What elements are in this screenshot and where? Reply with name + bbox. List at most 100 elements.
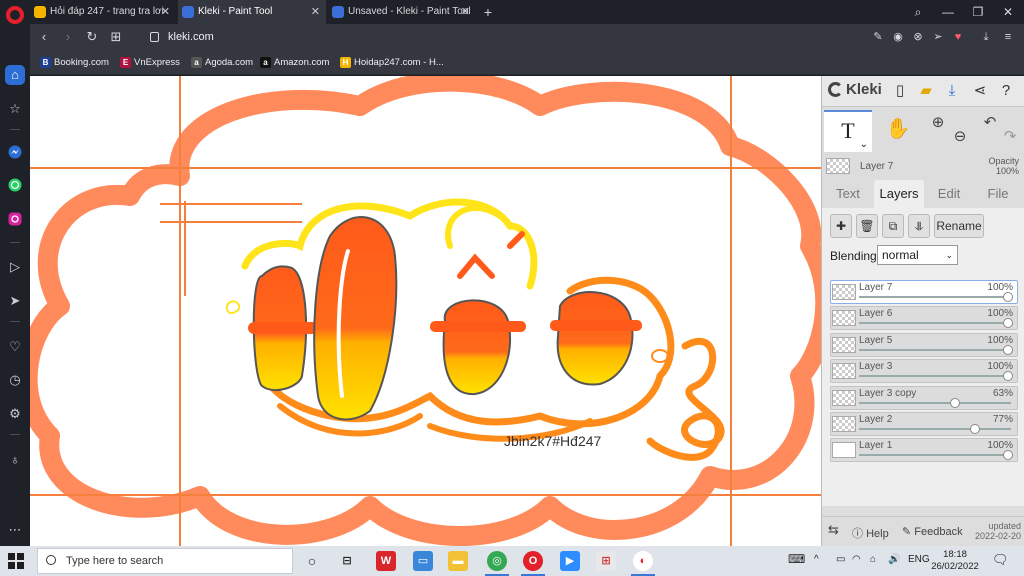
bookmark-agoda[interactable]: a Agoda.com — [191, 51, 253, 75]
zoom-icon[interactable]: ▶ — [560, 551, 580, 571]
text-tool-button[interactable]: T ⌄ — [824, 110, 872, 152]
forward-icon[interactable]: › — [58, 27, 78, 47]
network-icon[interactable]: ⌂ — [870, 554, 876, 565]
volume-icon[interactable]: 🔊 — [888, 554, 900, 565]
messenger-icon[interactable] — [5, 145, 25, 165]
restore-icon[interactable]: ❐ — [963, 0, 993, 24]
redo-icon[interactable]: ↷ — [996, 122, 1024, 152]
more-icon[interactable]: ⋯ — [5, 520, 25, 540]
opera-logo-icon[interactable] — [6, 6, 24, 24]
opera-icon[interactable]: O — [521, 551, 545, 576]
tab-hoidap[interactable]: Hỏi đáp 247 - trang tra lơi ✕ — [30, 0, 176, 24]
feedback-link[interactable]: ✎ Feedback — [902, 525, 963, 538]
star-icon[interactable]: ☆ — [5, 99, 25, 119]
help-icon[interactable]: ? — [996, 81, 1016, 101]
windows-start-icon[interactable] — [8, 553, 24, 569]
close-window-icon[interactable]: ✕ — [993, 0, 1023, 24]
keyboard-icon[interactable]: ⌨ — [788, 552, 805, 566]
opera-gx-icon[interactable]: ◐ — [631, 551, 655, 576]
vpn-icon[interactable]: ⊗ — [910, 29, 926, 45]
taskbar-search-input[interactable]: Type here to search — [37, 548, 293, 574]
player-icon[interactable]: ▷ — [5, 257, 25, 277]
show-hidden-icons[interactable]: ^ — [814, 554, 819, 565]
cortana-icon[interactable]: ○ — [302, 551, 322, 571]
rename-button[interactable]: Rename — [934, 214, 984, 238]
bookmark-booking[interactable]: B Booking.com — [40, 51, 109, 75]
layer-row[interactable]: Layer 1 100% — [830, 438, 1018, 463]
menu-icon[interactable]: ≡ — [1000, 29, 1016, 45]
hand-tool-icon[interactable]: ✋ — [884, 114, 912, 144]
zoom-out-icon[interactable]: ⊖ — [946, 122, 974, 152]
layer-opacity-slider[interactable] — [859, 322, 1011, 325]
tab-kleki[interactable]: Kleki - Paint Tool ✕ — [178, 0, 326, 24]
grid-icon[interactable]: ⊞ — [106, 27, 126, 47]
layer-opacity-slider[interactable] — [859, 296, 1011, 298]
notifications-icon[interactable]: 🗨 — [992, 552, 1009, 568]
minimize-icon[interactable]: — — [933, 0, 963, 24]
edit-icon[interactable]: ✎ — [870, 29, 886, 45]
bookmark-hoidap247[interactable]: H Hoidap247.com - H... — [340, 51, 444, 75]
task-view-icon[interactable]: ⊟ — [337, 551, 357, 571]
layer-row[interactable]: Layer 3 100% — [830, 359, 1018, 384]
add-layer-button[interactable]: ✚ — [830, 214, 852, 238]
delete-layer-button[interactable]: 🗑 — [856, 214, 878, 238]
layer-opacity-slider[interactable] — [859, 401, 1011, 404]
bookmark-vnexpress[interactable]: E VnExpress — [120, 51, 180, 75]
slider-knob[interactable] — [1003, 292, 1013, 302]
slider-knob[interactable] — [969, 424, 980, 434]
new-tab-button[interactable]: + — [478, 0, 498, 24]
tab-edit[interactable]: Edit — [926, 180, 972, 208]
layer-opacity-slider[interactable] — [859, 348, 1011, 351]
duplicate-layer-button[interactable]: ⧉ — [882, 214, 904, 238]
url-field[interactable]: kleki.com — [148, 28, 848, 47]
heart-icon[interactable]: ♡ — [5, 337, 25, 357]
back-icon[interactable]: ‹ — [34, 27, 54, 47]
swap-icon[interactable]: ⇆ — [828, 522, 839, 538]
open-folder-icon[interactable]: ▰ — [916, 81, 936, 101]
battery-icon[interactable]: ▭ — [836, 554, 845, 565]
kleki-logo[interactable]: Kleki — [828, 81, 882, 98]
home-icon[interactable]: ⌂ — [5, 65, 25, 85]
tab-file[interactable]: File — [974, 180, 1022, 208]
tab-text[interactable]: Text — [826, 180, 870, 208]
camera-icon[interactable]: ◉ — [890, 29, 906, 45]
file-explorer-icon[interactable]: ▬ — [448, 551, 468, 571]
reload-icon[interactable]: ↻ — [82, 27, 102, 47]
drawing-canvas[interactable]: Jbin2k7#Hđ247 — [30, 76, 821, 546]
send-icon[interactable]: ➤ — [5, 291, 25, 311]
slider-knob[interactable] — [1003, 344, 1013, 355]
history-icon[interactable]: ◷ — [5, 370, 25, 390]
heart-icon[interactable]: ♥ — [950, 29, 966, 45]
share-icon[interactable]: ⋖ — [970, 81, 990, 101]
wifi-icon[interactable]: ◠ — [852, 554, 861, 565]
tab-unsaved-kleki[interactable]: Unsaved - Kleki - Paint Tool ✕ — [328, 0, 476, 24]
app-grid-icon[interactable]: ⊞ — [596, 551, 616, 571]
layer-row[interactable]: Layer 7 100% — [830, 280, 1018, 304]
instagram-icon[interactable] — [5, 212, 25, 232]
whatsapp-icon[interactable] — [5, 178, 25, 198]
layer-opacity-slider[interactable] — [859, 454, 1011, 457]
save-download-icon[interactable]: ⤓ — [942, 81, 962, 101]
merge-layer-button[interactable]: ⥥ — [908, 214, 930, 238]
computer-icon[interactable]: ▭ — [413, 551, 433, 571]
send-icon[interactable]: ➢ — [930, 29, 946, 45]
bookmark-amazon[interactable]: a Amazon.com — [260, 51, 329, 75]
layer-row[interactable]: Layer 3 copy 63% — [830, 385, 1018, 410]
download-icon[interactable]: ⤓ — [978, 29, 994, 45]
layer-row[interactable]: Layer 5 100% — [830, 332, 1018, 357]
chrome-icon[interactable]: ◎ — [485, 551, 509, 576]
layer-opacity-slider[interactable] — [859, 375, 1011, 378]
layer-row[interactable]: Layer 6 100% — [830, 306, 1018, 331]
settings-icon[interactable]: ⚙ — [5, 404, 25, 424]
close-tab-icon[interactable]: ✕ — [311, 0, 320, 24]
close-tab-icon[interactable]: ✕ — [461, 0, 470, 24]
language-indicator[interactable]: ENG — [908, 554, 930, 565]
new-image-icon[interactable]: ▯ — [890, 81, 910, 101]
blending-select[interactable]: normal ⌄ — [877, 245, 958, 265]
close-tab-icon[interactable]: ✕ — [161, 0, 170, 24]
tab-layers[interactable]: Layers — [874, 180, 924, 208]
lightbulb-icon[interactable]: ♁ — [5, 450, 25, 470]
wps-office-icon[interactable]: W — [376, 551, 396, 571]
layer-row[interactable]: Layer 2 77% — [830, 412, 1018, 436]
layer-opacity-slider[interactable] — [859, 428, 1011, 430]
